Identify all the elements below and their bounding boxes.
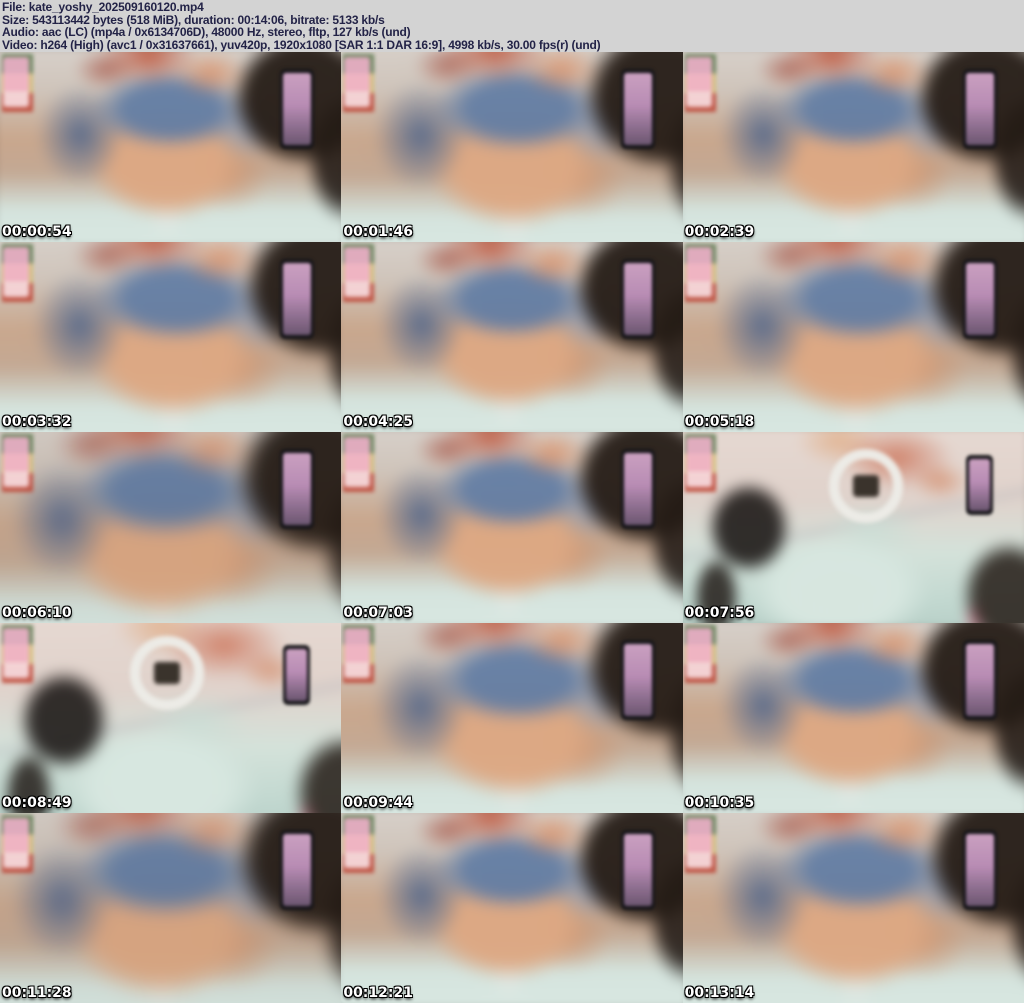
timestamp-overlay: 00:08:49 (2, 794, 72, 811)
timestamp-overlay: 00:05:18 (684, 414, 755, 431)
streamer-badge-overlay (344, 627, 371, 678)
timestamp-overlay: 00:07:03 (343, 604, 413, 621)
phone-overlay (962, 639, 997, 720)
streamer-badge-overlay (3, 627, 29, 678)
streamer-badge-overlay (344, 817, 371, 868)
timestamp-overlay: 00:04:25 (343, 414, 413, 431)
streamer-badge-overlay (685, 247, 712, 298)
streamer-badge-overlay (3, 437, 29, 488)
video-thumbnail[interactable]: 00:12:21 (341, 812, 683, 1003)
timestamp-overlay: 00:13:14 (684, 984, 755, 1001)
streamer-badge-overlay (3, 247, 29, 298)
timestamp-overlay: 00:02:39 (684, 224, 755, 241)
video-thumbnail[interactable]: 00:04:25 (341, 242, 683, 433)
phone-overlay (279, 259, 314, 340)
video-thumbnail[interactable]: 00:02:39 (682, 52, 1024, 243)
video-thumbnail[interactable]: 00:08:49 (0, 622, 342, 813)
metadata-header: File: kate_yoshy_202509160120.mp4 Size: … (0, 0, 1024, 52)
phone-overlay (621, 829, 656, 910)
timestamp-overlay: 00:09:44 (343, 794, 413, 811)
timestamp-overlay: 00:01:46 (343, 224, 413, 241)
streamer-badge-overlay (344, 247, 371, 298)
video-thumbnail[interactable]: 00:09:44 (341, 622, 683, 813)
phone-overlay (283, 645, 311, 706)
phone-overlay (279, 829, 314, 910)
streamer-badge-overlay (344, 437, 371, 488)
video-thumbnail[interactable]: 00:06:10 (0, 432, 342, 623)
video-thumbnail[interactable]: 00:13:14 (682, 812, 1024, 1003)
timestamp-overlay: 00:07:56 (684, 604, 755, 621)
video-thumbnail[interactable]: 00:05:18 (682, 242, 1024, 433)
phone-overlay (621, 259, 656, 340)
video-thumbnail[interactable]: 00:07:56 (682, 432, 1024, 623)
video-thumbnail[interactable]: 00:01:46 (341, 52, 683, 243)
video-thumbnail[interactable]: 00:03:32 (0, 242, 342, 433)
phone-overlay (965, 455, 993, 516)
ring-light (129, 635, 204, 710)
timestamp-overlay: 00:12:21 (343, 984, 413, 1001)
video-thumbnail[interactable]: 00:10:35 (682, 622, 1024, 813)
phone-overlay (962, 69, 997, 150)
streamer-badge-overlay (685, 437, 712, 488)
timestamp-overlay: 00:06:10 (2, 604, 72, 621)
thumbnail-grid: 00:00:54 00:01:46 00:02:39 00:03:32 00:0… (0, 52, 1024, 1003)
streamer-badge-overlay (3, 817, 29, 868)
streamer-badge-overlay (344, 57, 371, 107)
video-thumbnail[interactable]: 00:07:03 (341, 432, 683, 623)
video-info-line: Video: h264 (High) (avc1 / 0x31637661), … (2, 38, 601, 53)
phone-overlay (621, 639, 656, 720)
phone-overlay (279, 449, 314, 530)
phone-overlay (621, 69, 656, 150)
phone-overlay (279, 69, 314, 150)
timestamp-overlay: 00:00:54 (2, 224, 72, 241)
streamer-badge-overlay (3, 57, 29, 107)
file-info-line: File: kate_yoshy_202509160120.mp4 (2, 0, 204, 14)
phone-overlay (621, 449, 656, 530)
phone-overlay (962, 259, 997, 340)
streamer-badge-overlay (685, 817, 712, 868)
phone-overlay (962, 829, 997, 910)
timestamp-overlay: 00:10:35 (684, 794, 755, 811)
timestamp-overlay: 00:11:28 (2, 984, 72, 1001)
timestamp-overlay: 00:03:32 (2, 414, 72, 431)
streamer-badge-overlay (685, 57, 712, 107)
video-thumbnail[interactable]: 00:11:28 (0, 812, 342, 1003)
streamer-badge-overlay (685, 627, 712, 678)
video-thumbnail[interactable]: 00:00:54 (0, 52, 342, 243)
